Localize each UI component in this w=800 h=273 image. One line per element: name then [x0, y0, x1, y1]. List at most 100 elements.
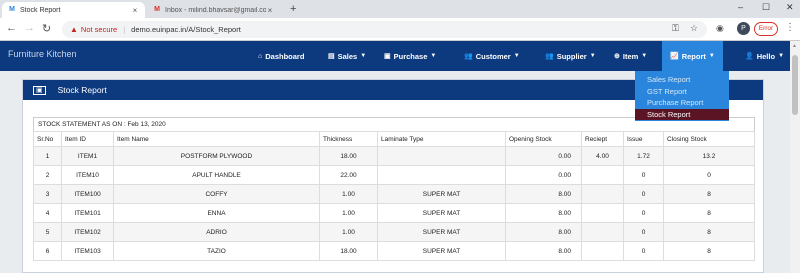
close-tab-icon[interactable]: ×	[131, 6, 139, 15]
cell-thickness: 22.00	[319, 165, 378, 185]
table-row: 5 ITEM102 ADRIO 1.00 SUPER MAT 8.00 0 8	[33, 222, 755, 242]
reload-icon[interactable]: ↻	[42, 22, 51, 35]
cell-item-name: COFFY	[113, 184, 320, 204]
cell-issue: 0	[623, 184, 664, 204]
table-row: 1 ITEM1 POSTFORM PLYWOOD 18.00 0.00 4.00…	[33, 146, 755, 166]
table-row: 4 ITEM101 ENNA 1.00 SUPER MAT 8.00 0 8	[33, 203, 755, 223]
minimize-icon[interactable]: –	[738, 2, 743, 12]
cell-closing-stock: 13.2	[663, 146, 755, 166]
table-row: 6 ITEM103 TAZIO 18.00 SUPER MAT 8.00 0 8	[33, 241, 755, 261]
close-window-icon[interactable]: ✕	[786, 2, 794, 13]
nav-label: Customer	[475, 51, 511, 61]
cell-issue: 0	[623, 165, 664, 185]
cell-laminate-type	[377, 165, 506, 185]
back-icon[interactable]: ←	[6, 22, 17, 34]
cell-item-id: ITEM100	[61, 184, 114, 204]
stock-table-body: 1 ITEM1 POSTFORM PLYWOOD 18.00 0.00 4.00…	[33, 146, 755, 261]
col-closing-stock[interactable]: Closing Stock	[663, 131, 755, 147]
nav-dashboard[interactable]: ⌂ Dashboard	[258, 41, 304, 71]
maximize-icon[interactable]: ☐	[762, 2, 770, 13]
cell-laminate-type: SUPER MAT	[377, 184, 506, 204]
col-thickness[interactable]: Thickness	[319, 131, 378, 147]
cell-item-name: TAZIO	[113, 241, 320, 261]
cell-thickness: 18.00	[319, 241, 378, 261]
nav-label: Report	[681, 51, 706, 61]
nav-purchase[interactable]: ▣ Purchase ▼	[384, 41, 436, 71]
col-issue[interactable]: Issue	[623, 131, 664, 147]
cell-closing-stock: 8	[663, 203, 755, 223]
new-tab-icon[interactable]: +	[290, 3, 296, 15]
sales-icon: ▤	[328, 53, 335, 60]
stock-table: Sr.No Item ID Item Name Thickness Lamina…	[33, 131, 755, 261]
cell-item-name: POSTFORM PLYWOOD	[113, 146, 320, 166]
purchase-icon: ▣	[384, 53, 391, 60]
nav-report[interactable]: 📈 Report ▼	[662, 41, 723, 71]
cell-laminate-type	[377, 146, 506, 166]
menu-item-purchase-report[interactable]: Purchase Report	[635, 97, 729, 109]
cell-reciept	[581, 184, 624, 204]
col-srno[interactable]: Sr.No	[33, 131, 62, 147]
col-reciept[interactable]: Reciept	[581, 131, 624, 147]
page-scrollbar[interactable]: ▲	[790, 41, 800, 273]
url-separator: |	[123, 25, 126, 34]
nav-label: Supplier	[556, 51, 587, 61]
camera-icon[interactable]: ◉	[716, 23, 724, 34]
report-dropdown-menu: Sales Report GST Report Purchase Report …	[635, 71, 729, 121]
cell-closing-stock: 8	[663, 241, 755, 261]
user-icon: 👤	[745, 53, 754, 60]
nav-item[interactable]: ⊕ Item ▼	[614, 41, 647, 71]
cell-srno: 2	[33, 165, 62, 185]
menu-item-stock-report[interactable]: Stock Report	[635, 108, 729, 120]
cell-opening-stock: 8.00	[505, 241, 582, 261]
not-secure-label: Not secure	[80, 25, 118, 34]
scrollbar-thumb[interactable]	[792, 55, 798, 115]
table-row: 3 ITEM100 COFFY 1.00 SUPER MAT 8.00 0 8	[33, 184, 755, 204]
nav-supplier[interactable]: 👥 Supplier ▼	[545, 41, 596, 71]
bookmark-star-icon[interactable]: ☆	[690, 23, 698, 34]
cell-thickness: 18.00	[319, 146, 378, 166]
menu-item-sales-report[interactable]: Sales Report	[635, 74, 729, 86]
col-item-id[interactable]: Item ID	[61, 131, 114, 147]
cell-issue: 0	[623, 222, 664, 242]
scroll-up-icon[interactable]: ▲	[792, 43, 797, 49]
browser-tab-active[interactable]: M Stock Report ×	[2, 2, 145, 18]
url-text: demo.euinpac.in/A/Stock_Report	[131, 25, 241, 34]
browser-tab-inbox[interactable]: M Inbox - milind.bhavsar@gmail.com ×	[147, 2, 280, 18]
forward-icon[interactable]: →	[24, 22, 35, 34]
browser-menu-icon[interactable]: ⋮	[785, 22, 795, 33]
cell-laminate-type: SUPER MAT	[377, 222, 506, 242]
col-laminate-type[interactable]: Laminate Type	[377, 131, 506, 147]
gmail-icon: M	[154, 6, 160, 13]
address-bar[interactable]: ▲ Not secure | demo.euinpac.in/A/Stock_R…	[62, 21, 707, 38]
menu-item-gst-report[interactable]: GST Report	[635, 86, 729, 98]
col-opening-stock[interactable]: Opening Stock	[505, 131, 582, 147]
col-item-name[interactable]: Item Name	[113, 131, 320, 147]
money-icon: ▣	[33, 85, 46, 95]
cell-thickness: 1.00	[319, 184, 378, 204]
warning-icon: ▲	[70, 25, 78, 34]
cell-opening-stock: 0.00	[505, 146, 582, 166]
nav-label: Hello	[756, 51, 776, 61]
cell-srno: 4	[33, 203, 62, 223]
cell-reciept	[581, 165, 624, 185]
profile-avatar[interactable]: P	[737, 22, 750, 35]
key-icon[interactable]: ⚿	[672, 23, 679, 34]
supplier-icon: 👥	[545, 53, 554, 60]
nav-label: Dashboard	[265, 51, 305, 61]
cell-srno: 1	[33, 146, 62, 166]
cell-closing-stock: 0	[663, 165, 755, 185]
profile-error-badge[interactable]: Error	[754, 22, 778, 36]
brand-logo[interactable]: Furniture Kitchen	[8, 49, 77, 59]
dashboard-icon: ⌂	[258, 52, 263, 60]
nav-customer[interactable]: 👥 Customer ▼	[464, 41, 520, 71]
tab-title: Stock Report	[20, 6, 61, 14]
cell-thickness: 1.00	[319, 203, 378, 223]
nav-user[interactable]: 👤 Hello ▼	[745, 41, 784, 71]
cell-issue: 0	[623, 203, 664, 223]
close-tab-icon[interactable]: ×	[266, 6, 274, 15]
cell-item-name: APULT HANDLE	[113, 165, 320, 185]
report-icon: 📈	[670, 53, 679, 60]
nav-sales[interactable]: ▤ Sales ▼	[328, 41, 366, 71]
cell-reciept	[581, 241, 624, 261]
caret-down-icon: ▼	[430, 53, 437, 59]
